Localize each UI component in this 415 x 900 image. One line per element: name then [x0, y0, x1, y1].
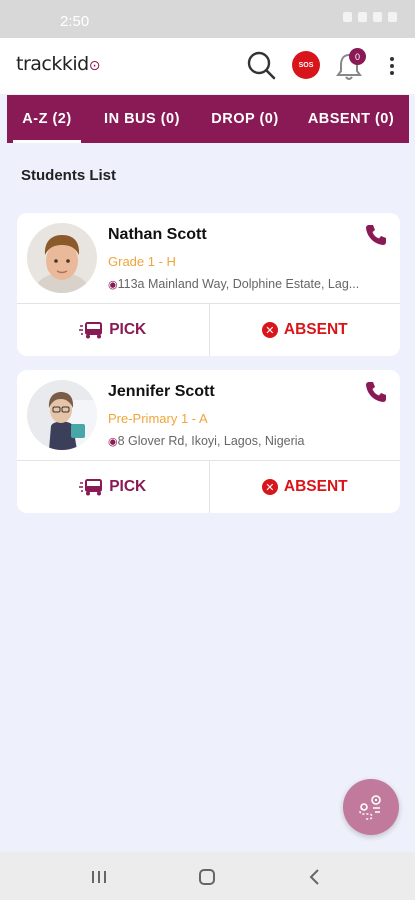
tab-drop[interactable]: DROP (0) — [197, 95, 293, 143]
absent-button[interactable]: ✕ ABSENT — [208, 461, 401, 513]
student-name: Nathan Scott — [108, 226, 207, 243]
battery-icon — [388, 12, 397, 22]
signal-icon — [373, 12, 382, 22]
student-avatar — [27, 223, 97, 293]
route-icon — [359, 795, 381, 820]
student-address-text: 113a Mainland Way, Dolphine Estate, Lag.… — [117, 277, 360, 291]
bus-icon — [79, 479, 103, 496]
bus-icon — [79, 322, 103, 339]
status-bar: 2:50 — [0, 0, 415, 38]
search-icon — [247, 51, 276, 80]
notification-badge: 0 — [349, 48, 366, 65]
absent-label: ABSENT — [283, 478, 348, 495]
tab-absent[interactable]: ABSENT (0) — [293, 95, 409, 143]
recent-apps-button[interactable] — [88, 866, 110, 888]
student-avatar — [27, 380, 97, 450]
phone-icon — [366, 225, 386, 245]
logo-text: trackkid — [16, 53, 89, 75]
student-grade: Grade 1 - H — [108, 254, 176, 269]
more-options-button[interactable] — [386, 52, 398, 80]
student-address: ◉113a Mainland Way, Dolphine Estate, Lag… — [108, 277, 393, 291]
app-logo: trackkid⊙ — [16, 53, 100, 75]
student-address-text: 8 Glover Rd, Ikoyi, Lagos, Nigeria — [117, 434, 305, 448]
sos-button[interactable]: SOS — [292, 51, 320, 79]
back-button[interactable] — [304, 866, 326, 888]
back-icon — [309, 869, 319, 885]
pick-button[interactable]: PICK — [17, 461, 209, 513]
card-actions: PICK ✕ ABSENT — [17, 460, 400, 513]
tab-in-bus[interactable]: IN BUS (0) — [87, 95, 197, 143]
close-circle-icon: ✕ — [261, 322, 278, 338]
system-nav-bar — [0, 852, 415, 900]
pick-label: PICK — [109, 478, 147, 495]
location-pin-icon: ◉ — [108, 436, 118, 448]
notifications-button[interactable]: 0 — [334, 48, 366, 82]
status-icons — [343, 12, 397, 22]
student-card[interactable]: Jennifer Scott Pre-Primary 1 - A ◉8 Glov… — [17, 370, 400, 513]
close-circle-icon: ✕ — [261, 479, 278, 495]
alarm-icon — [343, 12, 352, 22]
tab-a-z[interactable]: A-Z (2) — [7, 95, 87, 143]
logo-pin-icon: ⊙ — [88, 58, 101, 74]
card-actions: PICK ✕ ABSENT — [17, 303, 400, 356]
phone-icon — [366, 382, 386, 402]
home-icon — [199, 869, 215, 885]
home-button[interactable] — [196, 866, 218, 888]
location-pin-icon: ◉ — [108, 279, 118, 291]
absent-button[interactable]: ✕ ABSENT — [208, 304, 401, 356]
absent-label: ABSENT — [283, 321, 348, 338]
section-title: Students List — [21, 167, 117, 184]
app-header: trackkid⊙ SOS 0 — [0, 38, 415, 94]
tab-bar: A-Z (2) IN BUS (0) DROP (0) ABSENT (0) — [7, 95, 409, 143]
status-time: 2:50 — [60, 13, 90, 30]
pick-label: PICK — [109, 321, 147, 338]
student-name: Jennifer Scott — [108, 383, 215, 400]
student-card[interactable]: Nathan Scott Grade 1 - H ◉113a Mainland … — [17, 213, 400, 356]
recent-apps-icon — [92, 871, 106, 883]
more-dot — [390, 57, 394, 61]
pick-button[interactable]: PICK — [17, 304, 209, 356]
call-button[interactable] — [364, 380, 388, 404]
call-button[interactable] — [364, 223, 388, 247]
route-map-fab[interactable] — [343, 779, 399, 835]
student-address: ◉8 Glover Rd, Ikoyi, Lagos, Nigeria — [108, 434, 393, 448]
more-dot — [390, 71, 394, 75]
search-button[interactable] — [245, 49, 277, 81]
location-status-icon — [358, 12, 367, 22]
student-grade: Pre-Primary 1 - A — [108, 411, 208, 426]
more-dot — [390, 64, 394, 68]
